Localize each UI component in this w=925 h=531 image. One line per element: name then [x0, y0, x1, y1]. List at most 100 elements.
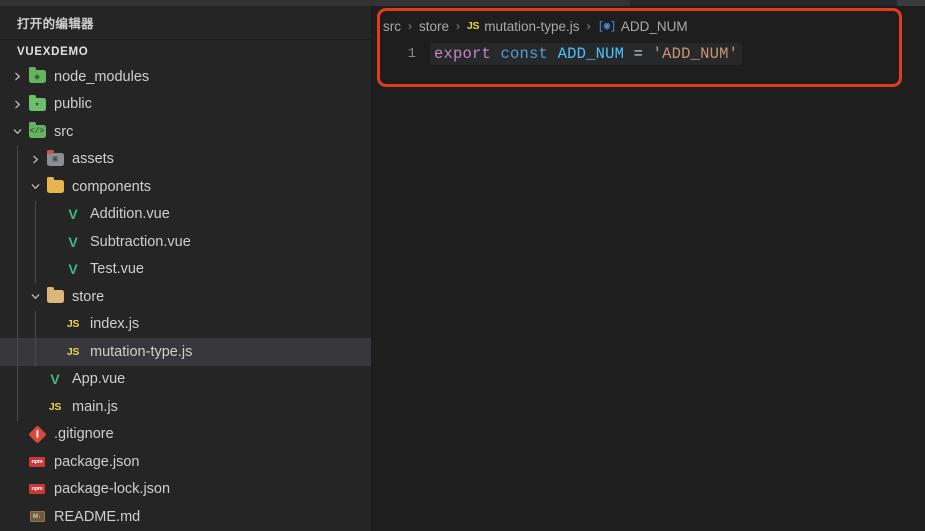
tree-file-subtraction-vue[interactable]: V Subtraction.vue — [0, 228, 371, 256]
breadcrumb-label: store — [419, 18, 450, 34]
js-file-icon: JS — [62, 346, 84, 358]
tree-file--gitignore[interactable]: .gitignore — [0, 421, 371, 449]
explorer-sidebar: 打开的编辑器 VUEXDEMO ◉ node_modules ★ public </> s… — [0, 6, 372, 531]
js-file-icon: JS — [48, 400, 62, 413]
folder-assets: ▣ — [46, 149, 64, 166]
git-file-icon — [27, 425, 47, 444]
js-file-icon: JS — [66, 318, 80, 331]
breadcrumb-label: mutation-type.js — [484, 18, 580, 34]
vue-file-icon: V — [68, 233, 78, 250]
tree-file-addition-vue[interactable]: V Addition.vue — [0, 201, 371, 229]
npm-file-icon: npm — [26, 484, 48, 495]
vscode-window: 打开的编辑器 VUEXDEMO ◉ node_modules ★ public </> s… — [0, 0, 925, 531]
markdown-file-icon: M↓ — [29, 511, 45, 523]
code-token-operator: = — [633, 45, 644, 63]
tree-file-readme-md[interactable]: M↓ README.md — [0, 503, 371, 531]
tree-item-label: package.json — [54, 453, 140, 470]
folder-store-icon — [44, 287, 66, 304]
tree-folder-src[interactable]: </> src — [0, 118, 371, 146]
tree-file-package-json[interactable]: npm package.json — [0, 448, 371, 476]
vue-file-icon: V — [62, 262, 84, 276]
tree-item-label: assets — [72, 151, 114, 168]
project-root-header[interactable]: VUEXDEMO — [0, 40, 371, 63]
tree-item-label: store — [72, 288, 105, 305]
tree-folder-store[interactable]: store — [0, 283, 371, 311]
tree-item-label: README.md — [54, 508, 141, 525]
markdown-file-icon: M↓ — [26, 511, 48, 523]
chevron-down-icon[interactable] — [8, 126, 26, 137]
tree-item-label: src — [54, 123, 74, 140]
breadcrumb: src › store › JS mutation-type.js › [◉] ADD_NUM — [383, 15, 688, 37]
npm-file-icon: npm — [29, 484, 45, 495]
symbol-variable-icon: [◉] — [597, 21, 617, 33]
tree-item-label: main.js — [72, 398, 118, 415]
breadcrumb-label: ADD_NUM — [620, 18, 688, 34]
tree-folder-node-modules[interactable]: ◉ node_modules — [0, 63, 371, 91]
tree-file-index-js[interactable]: JS index.js — [0, 311, 371, 339]
breadcrumb-item-store[interactable]: store — [419, 19, 449, 34]
tree-item-label: package-lock.json — [54, 481, 171, 498]
folder-green-node-icon: ◉ — [26, 67, 48, 84]
js-file-icon: JS — [44, 401, 66, 413]
open-editors-section-header[interactable]: 打开的编辑器 — [0, 6, 371, 40]
tree-file-mutation-type-js[interactable]: JS mutation-type.js — [0, 338, 371, 366]
code-editor-content[interactable]: 1 export const ADD_NUM = 'ADD_NUM' — [372, 42, 925, 531]
tree-file-main-js[interactable]: JS main.js — [0, 393, 371, 421]
tree-indent-guide — [35, 200, 36, 283]
chevron-down-icon[interactable] — [26, 291, 44, 302]
folder-assets-icon: ▣ — [44, 149, 66, 166]
file-tree: ◉ node_modules ★ public </> src ▣ assets compone… — [0, 63, 371, 531]
tree-item-label: index.js — [90, 316, 140, 333]
js-file-icon: JS — [467, 20, 480, 32]
breadcrumb-item-add-num[interactable]: [◉] ADD_NUM — [598, 19, 688, 34]
code-token-variable: ADD_NUM — [557, 45, 625, 63]
folder-green-public: ★ — [28, 94, 46, 111]
chevron-down-icon[interactable] — [26, 181, 44, 192]
code-token-keyword: export — [434, 45, 492, 63]
chevron-right-icon[interactable] — [26, 154, 44, 165]
tree-item-label: App.vue — [72, 371, 126, 388]
folder-components-icon — [44, 177, 66, 194]
tree-folder-public[interactable]: ★ public — [0, 91, 371, 119]
tree-item-label: public — [54, 96, 92, 113]
tree-item-label: Addition.vue — [90, 206, 170, 223]
editor-pane: src › store › JS mutation-type.js › [◉] ADD_NUM … — [372, 6, 925, 531]
vue-file-icon: V — [68, 261, 78, 278]
code-text-line-1[interactable]: export const ADD_NUM = 'ADD_NUM' — [430, 43, 743, 65]
tree-folder-components[interactable]: components — [0, 173, 371, 201]
vue-file-icon: V — [62, 235, 84, 249]
breadcrumb-item-src[interactable]: src — [383, 19, 401, 34]
tree-item-label: Subtraction.vue — [90, 233, 191, 250]
tree-file-app-vue[interactable]: V App.vue — [0, 366, 371, 394]
tree-file-test-vue[interactable]: V Test.vue — [0, 256, 371, 284]
tree-folder-assets[interactable]: ▣ assets — [0, 146, 371, 174]
workbench-body: 打开的编辑器 VUEXDEMO ◉ node_modules ★ public </> s… — [0, 6, 925, 531]
folder-green-node: ◉ — [28, 67, 46, 84]
chevron-right-icon[interactable] — [8, 99, 26, 110]
line-number-gutter: 1 — [407, 46, 416, 62]
chevron-right-icon[interactable] — [8, 71, 26, 82]
tree-item-label: Test.vue — [90, 261, 144, 278]
tree-indent-guide — [35, 310, 36, 366]
js-file-icon: JS — [62, 318, 84, 330]
folder-store — [46, 287, 64, 304]
git-file-icon — [26, 425, 48, 444]
breadcrumb-separator: › — [408, 19, 412, 33]
folder-green-src-icon: </> — [26, 122, 48, 139]
breadcrumb-label: src — [383, 18, 401, 34]
breadcrumb-separator: › — [456, 19, 461, 33]
tree-item-label: mutation-type.js — [90, 343, 193, 360]
tree-item-label: .gitignore — [54, 426, 114, 443]
breadcrumb-item-mutation-type-js[interactable]: JS mutation-type.js — [467, 19, 580, 34]
tree-indent-guide — [17, 145, 18, 421]
tree-item-label: node_modules — [54, 68, 150, 85]
vue-file-icon: V — [44, 372, 66, 386]
npm-file-icon: npm — [26, 456, 48, 467]
code-token-storage: const — [500, 45, 549, 63]
vue-file-icon: V — [50, 371, 60, 388]
tree-file-package-lock-json[interactable]: npm package-lock.json — [0, 476, 371, 504]
